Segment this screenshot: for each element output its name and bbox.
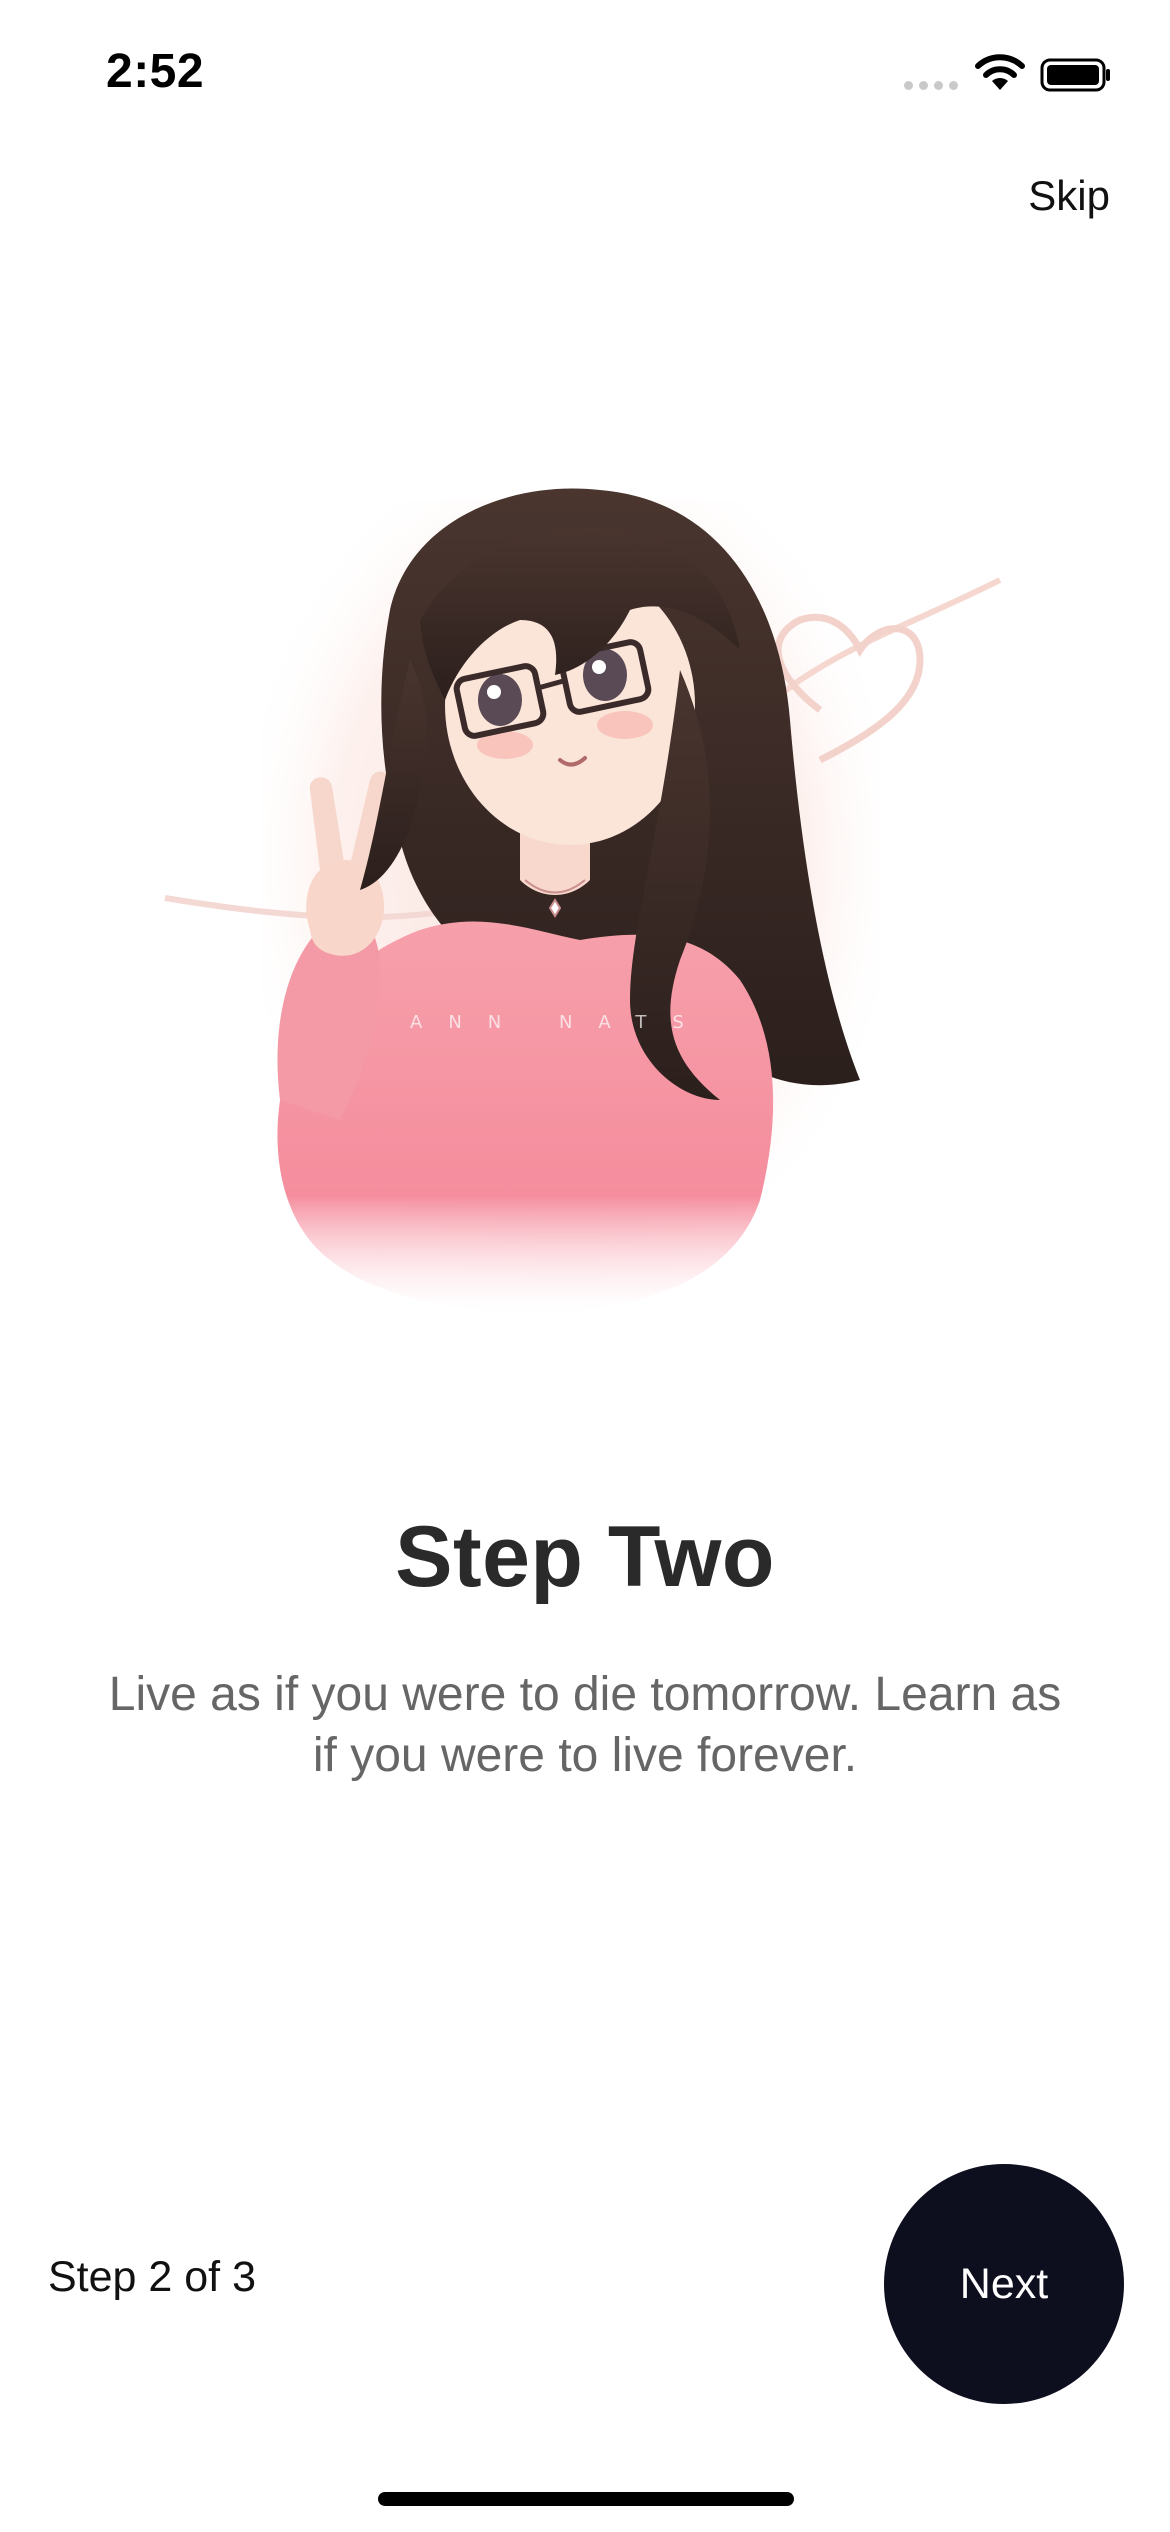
skip-button[interactable]: Skip <box>1028 172 1110 220</box>
step-indicator: Step 2 of 3 <box>48 2253 256 2301</box>
illustration-watermark: ANN NATS <box>410 1012 710 1033</box>
page-subtitle: Live as if you were to die tomorrow. Lea… <box>108 1668 1062 1782</box>
home-indicator <box>378 2492 794 2506</box>
signal-icon <box>904 78 960 92</box>
anime-girl-illustration: ANN NATS <box>164 488 1002 1313</box>
page-title: Step Two <box>395 1509 775 1605</box>
status-time: 2:52 <box>106 45 205 98</box>
status-bar: 2:52 <box>0 0 1170 140</box>
battery-icon <box>1040 58 1110 92</box>
wifi-icon <box>975 54 1025 90</box>
next-button-label: Next <box>959 2259 1049 2308</box>
next-button[interactable]: Next <box>884 2164 1124 2404</box>
